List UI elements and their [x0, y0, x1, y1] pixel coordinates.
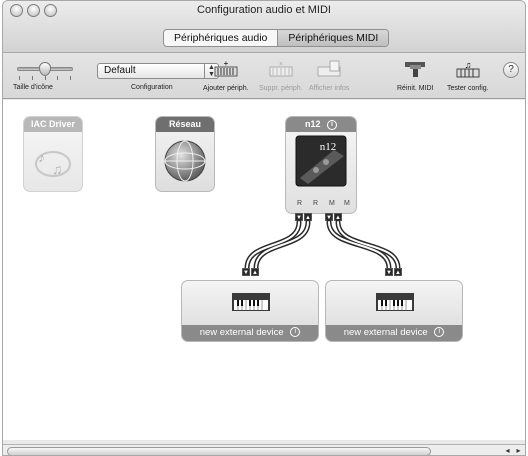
horizontal-scrollbar[interactable]: ◂ ▸	[3, 444, 525, 455]
remove-device-label: Suppr. périph.	[259, 85, 303, 92]
configuration-value: Default	[104, 65, 136, 76]
ext1-port-in[interactable]: ▲	[251, 268, 259, 276]
external-device-1-footer: new external device i	[182, 325, 318, 341]
remove-device-button[interactable]: × Suppr. périph.	[259, 59, 303, 92]
configuration-select[interactable]: Default ▲ ▼	[97, 63, 219, 79]
external-device-2[interactable]: new external device i	[325, 280, 463, 342]
configuration-tool: Configuration	[131, 84, 173, 91]
external-device-1-name: new external device	[199, 327, 284, 338]
tab-midi-devices[interactable]: Périphériques MIDI	[277, 30, 389, 46]
ext1-port-out[interactable]: ▼	[242, 268, 250, 276]
scroll-left-arrow-icon[interactable]: ◂	[502, 446, 513, 455]
test-setup-button[interactable]: ♫ Tester config.	[447, 59, 489, 92]
svg-text:♫: ♫	[464, 60, 471, 70]
svg-text:×: ×	[279, 61, 283, 68]
keyboard-icon	[376, 293, 414, 311]
show-info-button[interactable]: Afficher infos	[309, 59, 349, 92]
info-icon[interactable]: i	[290, 327, 301, 338]
tab-audio-devices[interactable]: Périphériques audio	[164, 30, 277, 46]
icon-size-label: Taille d'icône	[13, 84, 53, 91]
device-type-tabs: Périphériques audio Périphériques MIDI	[163, 29, 390, 47]
midi-device-canvas: IAC Driver ♪ ♫ Réseau n12 i n12 R R M M …	[3, 100, 525, 440]
ext2-port-out[interactable]: ▼	[385, 268, 393, 276]
external-device-2-name: new external device	[343, 327, 428, 338]
icon-size-tool: Taille d'icône	[13, 84, 53, 91]
help-button[interactable]: ?	[503, 62, 519, 78]
reset-midi-icon	[405, 62, 426, 77]
test-setup-label: Tester config.	[447, 85, 489, 92]
audio-midi-setup-window: Configuration audio et MIDI Périphérique…	[2, 0, 526, 456]
configuration-label: Configuration	[131, 84, 173, 91]
info-icon[interactable]: i	[434, 327, 445, 338]
reset-midi-label: Réinit. MIDI	[397, 85, 434, 92]
add-device-button[interactable]: + Ajouter périph.	[203, 59, 249, 92]
window-title: Configuration audio et MIDI	[197, 4, 331, 16]
slider-knob[interactable]	[39, 62, 51, 76]
show-info-icon	[317, 60, 341, 77]
show-info-label: Afficher infos	[309, 85, 350, 92]
remove-device-icon: ×	[269, 61, 293, 77]
test-setup-icon: ♫	[456, 60, 480, 78]
external-device-1[interactable]: new external device i	[181, 280, 319, 342]
scrollbar-thumb[interactable]	[7, 447, 431, 455]
add-device-label: Ajouter périph.	[203, 85, 249, 92]
external-device-2-footer: new external device i	[326, 325, 462, 341]
toolbar: Taille d'icône Default ▲ ▼ Configuration …	[3, 53, 525, 99]
reset-midi-button[interactable]: Réinit. MIDI	[397, 59, 434, 92]
slider-ticks	[19, 76, 71, 80]
title-bar: Configuration audio et MIDI Périphérique…	[3, 1, 525, 53]
add-device-icon: +	[214, 59, 238, 77]
scroll-right-arrow-icon[interactable]: ▸	[513, 446, 524, 455]
midi-cables[interactable]	[3, 100, 526, 440]
ext2-port-in[interactable]: ▲	[394, 268, 402, 276]
svg-text:+: +	[223, 59, 228, 68]
keyboard-icon	[232, 293, 270, 311]
